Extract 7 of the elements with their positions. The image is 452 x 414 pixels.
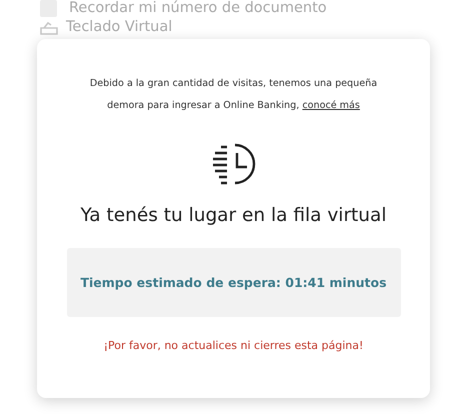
learn-more-link[interactable]: conocé más bbox=[302, 100, 360, 111]
warning-text: ¡Por favor, no actualices ni cierres esta página! bbox=[104, 339, 364, 352]
wait-time-panel: Tiempo estimado de espera: 01:41 minutos bbox=[66, 248, 400, 317]
modal-title: Ya tenés tu lugar en la fila virtual bbox=[80, 205, 387, 226]
checkbox-label: Recordar mi número de documento bbox=[69, 0, 327, 17]
queue-clock-icon bbox=[210, 141, 256, 187]
delay-message: Debido a la gran cantidad de visitas, tenemos una pequeña demora para ingresar a Online Banking, conocé más bbox=[88, 77, 378, 113]
